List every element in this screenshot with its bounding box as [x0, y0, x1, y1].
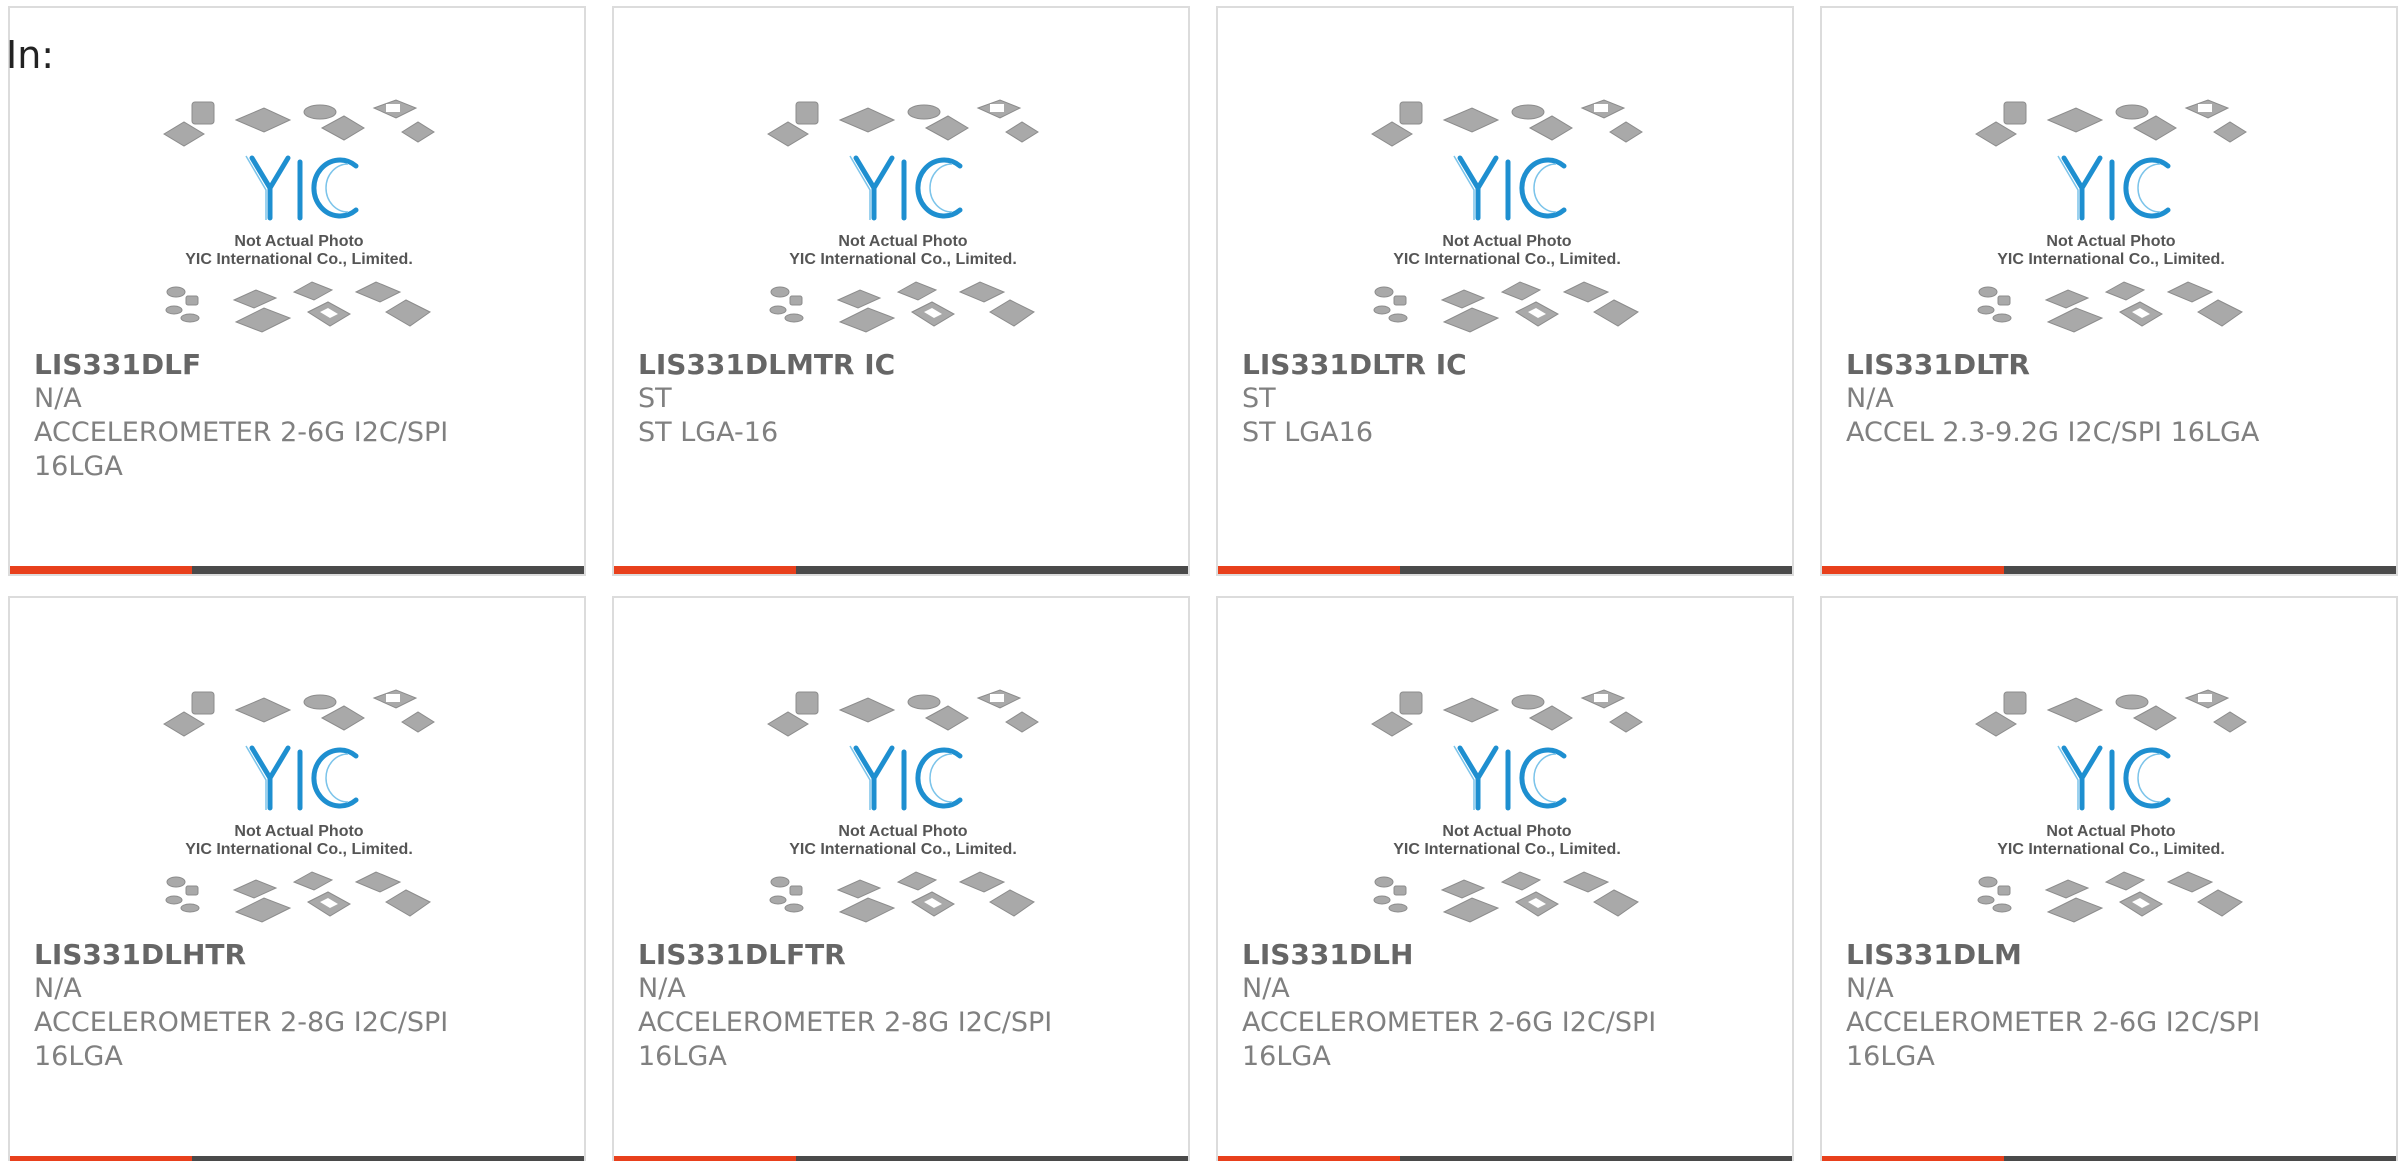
product-card[interactable]: Not Actual Photo YIC International Co., … [1216, 596, 1794, 1161]
caption-line-2: YIC International Co., Limited. [1393, 251, 1621, 268]
part-number[interactable]: LIS331DLFTR [638, 938, 1168, 972]
manufacturer: N/A [1846, 383, 1894, 414]
description-line-1: ACCELEROMETER 2-8G I2C/SPI [638, 1007, 1053, 1038]
card-bottom-bar [1822, 566, 2396, 574]
caption-line-1: Not Actual Photo [2046, 823, 2175, 840]
product-image-placeholder: Not Actual Photo YIC International Co., … [1368, 686, 1646, 926]
description-line-1: ACCELEROMETER 2-8G I2C/SPI [34, 1007, 449, 1038]
caption-line-1: Not Actual Photo [234, 823, 363, 840]
caption-line-1: Not Actual Photo [1442, 233, 1571, 250]
product-image-placeholder: Not Actual Photo YIC International Co., … [160, 96, 438, 336]
description-line-2: 16LGA [1846, 1041, 1935, 1072]
chip-packages-icon: Not Actual Photo YIC International Co., … [767, 689, 1039, 923]
description-line-2: 16LGA [638, 1041, 727, 1072]
card-bottom-bar [614, 566, 1188, 574]
product-image-placeholder: Not Actual Photo YIC International Co., … [1972, 96, 2250, 336]
card-bottom-bar [10, 566, 584, 574]
part-number[interactable]: LIS331DLHTR [34, 938, 564, 972]
description-line-2: 16LGA [34, 451, 123, 482]
card-accent-bar [614, 566, 796, 574]
product-grid: Not Actual Photo YIC International Co., … [8, 6, 2398, 1161]
product-card[interactable]: Not Actual Photo YIC International Co., … [1820, 6, 2398, 576]
caption-line-2: YIC International Co., Limited. [789, 251, 1017, 268]
chip-packages-icon: Not Actual Photo YIC International Co., … [1975, 689, 2247, 923]
caption-line-2: YIC International Co., Limited. [1393, 841, 1621, 858]
description-line-1: ST LGA16 [1242, 417, 1374, 448]
part-number[interactable]: LIS331DLH [1242, 938, 1772, 972]
caption-line-2: YIC International Co., Limited. [789, 841, 1017, 858]
product-info: LIS331DLTR N/A ACCEL 2.3-9.2G I2C/SPI 16… [1846, 348, 2376, 450]
caption-line-2: YIC International Co., Limited. [1997, 251, 2225, 268]
card-accent-bar [1822, 566, 2004, 574]
product-info: LIS331DLTR IC ST ST LGA16 [1242, 348, 1772, 450]
part-number[interactable]: LIS331DLMTR IC [638, 348, 1168, 382]
product-card[interactable]: Not Actual Photo YIC International Co., … [1216, 6, 1794, 576]
card-accent-bar [10, 566, 192, 574]
card-bottom-bar [10, 1156, 584, 1161]
chip-packages-icon: Not Actual Photo YIC International Co., … [163, 99, 435, 333]
product-image-placeholder: Not Actual Photo YIC International Co., … [160, 686, 438, 926]
card-accent-bar [614, 1156, 796, 1161]
chip-packages-icon: Not Actual Photo YIC International Co., … [1975, 99, 2247, 333]
card-accent-bar [1218, 1156, 1400, 1161]
description-line-1: ACCELEROMETER 2-6G I2C/SPI [1242, 1007, 1657, 1038]
chip-packages-icon: Not Actual Photo YIC International Co., … [163, 689, 435, 923]
product-image-placeholder: Not Actual Photo YIC International Co., … [1368, 96, 1646, 336]
description-line-1: ACCELEROMETER 2-6G I2C/SPI [1846, 1007, 2261, 1038]
description-line-2: 16LGA [34, 1041, 123, 1072]
caption-line-2: YIC International Co., Limited. [1997, 841, 2225, 858]
chip-packages-icon: Not Actual Photo YIC International Co., … [1371, 99, 1643, 333]
manufacturer: N/A [1846, 973, 1894, 1004]
description-line-1: ACCEL 2.3-9.2G I2C/SPI 16LGA [1846, 417, 2260, 448]
product-image-placeholder: Not Actual Photo YIC International Co., … [764, 686, 1042, 926]
card-accent-bar [10, 1156, 192, 1161]
caption-line-2: YIC International Co., Limited. [185, 251, 413, 268]
manufacturer: ST [638, 383, 672, 414]
product-info: LIS331DLF N/A ACCELEROMETER 2-6G I2C/SPI… [34, 348, 564, 484]
product-card[interactable]: Not Actual Photo YIC International Co., … [8, 6, 586, 576]
manufacturer: N/A [638, 973, 686, 1004]
card-bottom-bar [1218, 1156, 1792, 1161]
part-number[interactable]: LIS331DLTR IC [1242, 348, 1772, 382]
manufacturer: N/A [34, 383, 82, 414]
card-bottom-bar [1822, 1156, 2396, 1161]
part-number[interactable]: LIS331DLF [34, 348, 564, 382]
product-info: LIS331DLM N/A ACCELEROMETER 2-6G I2C/SPI… [1846, 938, 2376, 1074]
chip-packages-icon: Not Actual Photo YIC International Co., … [767, 99, 1039, 333]
caption-line-1: Not Actual Photo [838, 233, 967, 250]
part-number[interactable]: LIS331DLM [1846, 938, 2376, 972]
description-line-1: ACCELEROMETER 2-6G I2C/SPI [34, 417, 449, 448]
product-info: LIS331DLHTR N/A ACCELEROMETER 2-8G I2C/S… [34, 938, 564, 1074]
card-bottom-bar [614, 1156, 1188, 1161]
card-accent-bar [1218, 566, 1400, 574]
product-card[interactable]: Not Actual Photo YIC International Co., … [612, 6, 1190, 576]
product-image-placeholder: Not Actual Photo YIC International Co., … [764, 96, 1042, 336]
product-image-placeholder: Not Actual Photo YIC International Co., … [1972, 686, 2250, 926]
product-card[interactable]: Not Actual Photo YIC International Co., … [8, 596, 586, 1161]
product-info: LIS331DLMTR IC ST ST LGA-16 [638, 348, 1168, 450]
chip-packages-icon: Not Actual Photo YIC International Co., … [1371, 689, 1643, 923]
manufacturer: ST [1242, 383, 1276, 414]
caption-line-1: Not Actual Photo [1442, 823, 1571, 840]
in-label: In: [6, 33, 55, 77]
product-info: LIS331DLFTR N/A ACCELEROMETER 2-8G I2C/S… [638, 938, 1168, 1074]
description-line-2: 16LGA [1242, 1041, 1331, 1072]
manufacturer: N/A [34, 973, 82, 1004]
manufacturer: N/A [1242, 973, 1290, 1004]
product-card[interactable]: Not Actual Photo YIC International Co., … [612, 596, 1190, 1161]
caption-line-1: Not Actual Photo [838, 823, 967, 840]
product-grid-page: Not Actual Photo YIC International Co., … [0, 0, 2400, 1161]
part-number[interactable]: LIS331DLTR [1846, 348, 2376, 382]
product-info: LIS331DLH N/A ACCELEROMETER 2-6G I2C/SPI… [1242, 938, 1772, 1074]
caption-line-1: Not Actual Photo [234, 233, 363, 250]
card-bottom-bar [1218, 566, 1792, 574]
product-card[interactable]: Not Actual Photo YIC International Co., … [1820, 596, 2398, 1161]
caption-line-2: YIC International Co., Limited. [185, 841, 413, 858]
caption-line-1: Not Actual Photo [2046, 233, 2175, 250]
card-accent-bar [1822, 1156, 2004, 1161]
description-line-1: ST LGA-16 [638, 417, 779, 448]
